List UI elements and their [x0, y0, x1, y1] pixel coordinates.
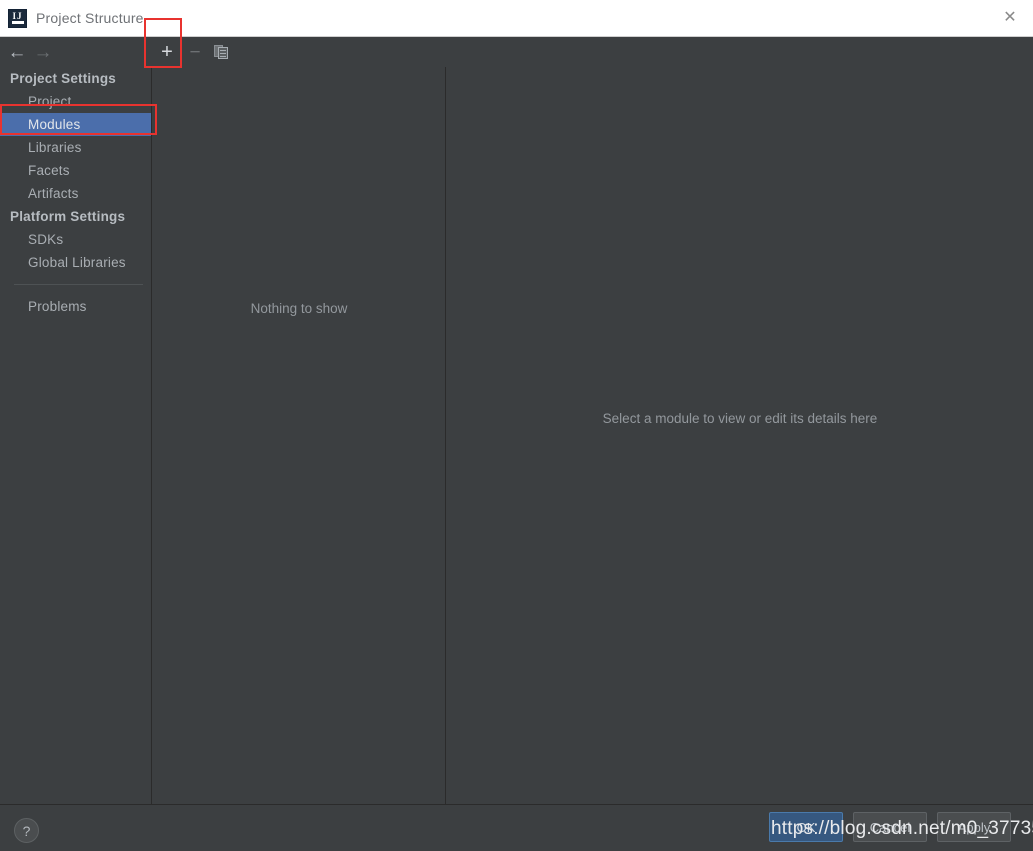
- copy-icon[interactable]: [208, 37, 234, 67]
- module-details-panel: Select a module to view or edit its deta…: [447, 67, 1033, 804]
- logo-text: IJ: [12, 11, 23, 21]
- title-bar: IJ Project Structure ✕: [0, 0, 1033, 37]
- close-icon[interactable]: ✕: [987, 0, 1033, 36]
- forward-arrow-icon[interactable]: →: [30, 37, 56, 67]
- module-details-empty-message: Select a module to view or edit its deta…: [602, 411, 878, 426]
- sidebar-item-artifacts[interactable]: Artifacts: [0, 182, 151, 205]
- add-icon[interactable]: +: [153, 37, 181, 67]
- sidebar-item-problems[interactable]: Problems: [0, 295, 151, 318]
- modules-list-panel: Nothing to show: [153, 67, 446, 804]
- sidebar-group-platform-settings: Platform Settings: [10, 209, 126, 224]
- logo-bar: [12, 21, 24, 24]
- remove-icon[interactable]: −: [182, 37, 208, 67]
- cancel-button[interactable]: Cancel: [853, 812, 927, 842]
- intellij-idea-logo-icon: IJ: [8, 9, 27, 28]
- settings-sidebar: Project Settings Project Modules Librari…: [0, 67, 152, 804]
- sidebar-item-project[interactable]: Project: [0, 90, 151, 113]
- sidebar-item-libraries[interactable]: Libraries: [0, 136, 151, 159]
- sidebar-item-facets[interactable]: Facets: [0, 159, 151, 182]
- sidebar-item-sdks[interactable]: SDKs: [0, 228, 151, 251]
- back-arrow-icon[interactable]: ←: [4, 37, 30, 67]
- project-structure-dialog: IJ Project Structure ✕ ← → + − Project S…: [0, 0, 1033, 851]
- ok-button[interactable]: OK: [769, 812, 843, 842]
- copy-sheet-front: [218, 47, 228, 59]
- apply-button[interactable]: Apply: [937, 812, 1011, 842]
- window-title: Project Structure: [36, 10, 144, 26]
- copy-glyph: [214, 45, 228, 59]
- sidebar-item-modules[interactable]: Modules: [0, 113, 151, 136]
- help-button[interactable]: ?: [14, 818, 39, 843]
- sidebar-divider: [14, 284, 143, 285]
- toolbar: ← → + −: [0, 37, 1033, 67]
- sidebar-item-global-libraries[interactable]: Global Libraries: [0, 251, 151, 274]
- sidebar-group-project-settings: Project Settings: [10, 71, 116, 86]
- modules-empty-message: Nothing to show: [250, 301, 348, 316]
